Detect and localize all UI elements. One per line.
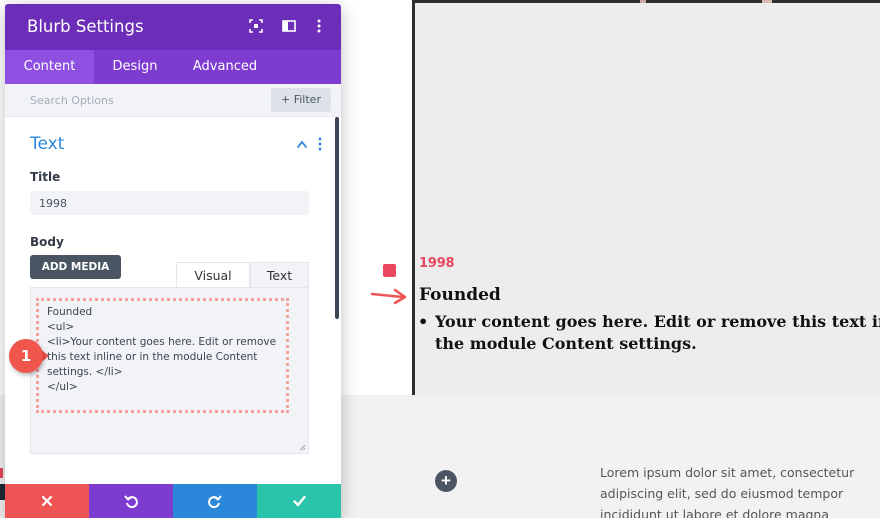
blurb-settings-modal: Blurb Settings Content Design Advanced S… [5, 4, 341, 518]
editor-line: settings. </li> [47, 366, 123, 378]
tab-content[interactable]: Content [5, 50, 94, 84]
section-options-icon[interactable] [317, 136, 323, 152]
settings-tabs: Content Design Advanced [5, 50, 341, 84]
step-badge: 1 [9, 339, 43, 373]
bullet-icon: • [418, 312, 429, 331]
undo-button[interactable] [89, 484, 173, 518]
editor-line: <ul> [47, 321, 75, 333]
body-editor[interactable]: Founded <ul> <li>Your content goes here.… [30, 287, 309, 454]
preview-edge-mark [640, 0, 646, 3]
search-input[interactable]: Search Options [30, 94, 114, 107]
check-icon [292, 495, 306, 507]
editor-line: </ul> [47, 381, 78, 393]
filter-button[interactable]: + Filter [271, 88, 331, 112]
preview-list-line: Your content goes here. Edit or remove t… [435, 312, 880, 331]
tab-text[interactable]: Text [250, 262, 309, 287]
title-label: Title [30, 170, 61, 184]
redo-button[interactable] [173, 484, 257, 518]
redo-icon [208, 495, 222, 508]
split-view-icon[interactable] [281, 18, 297, 34]
resize-handle-icon[interactable] [299, 444, 306, 451]
preview-heading[interactable]: Founded [419, 285, 501, 305]
preview-list[interactable]: • Your content goes here. Edit or remove… [418, 311, 880, 355]
preview-edge-mark [762, 0, 772, 3]
body-label: Body [30, 235, 64, 249]
action-bar [5, 484, 341, 518]
add-module-button[interactable]: + [435, 470, 457, 492]
editor-text[interactable]: Founded <ul> <li>Your content goes here.… [47, 305, 285, 395]
editor-line: Founded [47, 306, 93, 318]
timeline-marker [383, 264, 396, 277]
cancel-button[interactable] [5, 484, 89, 518]
section-title-text[interactable]: Text [30, 134, 64, 154]
modal-header: Blurb Settings [5, 4, 341, 50]
undo-icon [124, 495, 138, 508]
tab-design[interactable]: Design [94, 50, 176, 84]
preview-title[interactable]: 1998 [419, 256, 455, 271]
settings-scroll-area: Text Title Body ADD MEDIA Visual Text Fo… [5, 117, 341, 484]
tab-advanced[interactable]: Advanced [176, 50, 274, 84]
lorem-text: Lorem ipsum dolor sit amet, consectetur … [600, 462, 860, 518]
modal-title: Blurb Settings [27, 17, 144, 36]
fullscreen-icon[interactable] [248, 18, 264, 34]
edge-mark [0, 468, 3, 478]
title-field[interactable] [30, 191, 309, 215]
lorem-line: incididunt ut labore et dolore magna [600, 507, 829, 518]
lorem-line: adipiscing elit, sed do eiusmod tempor [600, 486, 844, 501]
editor-line: this text inline or in the module Conten… [47, 351, 258, 363]
editor-line: <li>Your content goes here. Edit or remo… [47, 336, 277, 348]
chevron-up-icon[interactable] [296, 139, 308, 149]
lorem-line: Lorem ipsum dolor sit amet, consectetur [600, 465, 855, 480]
search-options-bar[interactable]: Search Options + Filter [5, 84, 341, 117]
pointer-arrow-icon [370, 288, 407, 305]
add-media-button[interactable]: ADD MEDIA [30, 255, 121, 279]
scrollbar[interactable] [335, 117, 339, 319]
save-button[interactable] [257, 484, 341, 518]
preview-list-line: the module Content settings. [435, 334, 697, 353]
tab-visual[interactable]: Visual [176, 262, 250, 287]
more-options-icon[interactable] [311, 18, 327, 34]
close-icon [41, 495, 53, 507]
